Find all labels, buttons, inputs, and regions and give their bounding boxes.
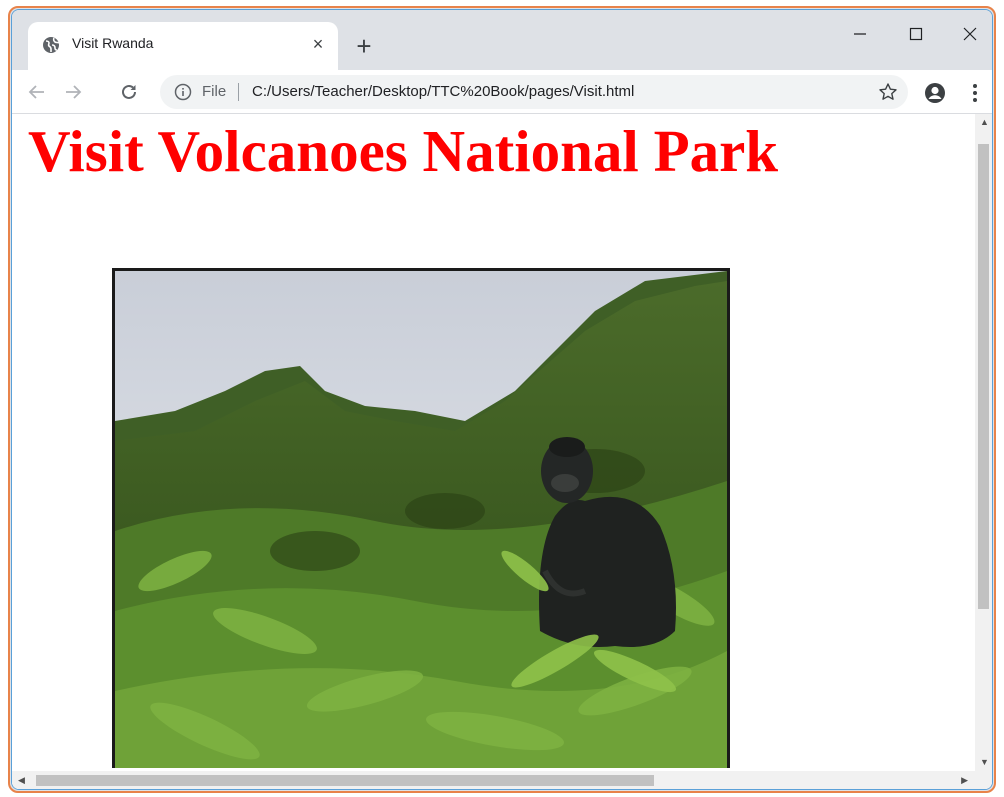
url-text[interactable]: C:/Users/Teacher/Desktop/TTC%20Book/page… [252, 83, 634, 100]
address-divider [238, 83, 239, 101]
kebab-menu-icon[interactable] [967, 80, 983, 106]
toolbar: File C:/Users/Teacher/Desktop/TTC%20Book… [12, 70, 992, 114]
page-viewport: Visit Volcanoes National Park ▲ ▼ ◀ ▶ [12, 114, 992, 789]
horizontal-scroll-thumb[interactable] [36, 775, 654, 786]
tab-strip: Visit Rwanda × + [12, 10, 992, 70]
tab-visit-rwanda[interactable]: Visit Rwanda × [28, 22, 338, 70]
address-bar[interactable]: File C:/Users/Teacher/Desktop/TTC%20Book… [160, 75, 908, 109]
forward-arrow-icon [66, 85, 82, 99]
scroll-left-arrow-icon[interactable]: ◀ [18, 776, 25, 785]
scroll-right-arrow-icon[interactable]: ▶ [961, 776, 968, 785]
back-arrow-icon [28, 85, 44, 99]
browser-window-frame: Visit Rwanda × + File C:/Users/Teacher/D… [8, 6, 996, 793]
scroll-down-arrow-icon[interactable]: ▼ [980, 758, 989, 767]
close-window-button[interactable] [948, 18, 992, 50]
bookmark-star-icon[interactable] [878, 82, 898, 102]
close-icon [963, 27, 977, 41]
scroll-up-arrow-icon[interactable]: ▲ [980, 118, 989, 127]
page-heading: Visit Volcanoes National Park [28, 118, 779, 184]
maximize-icon [909, 27, 923, 41]
tab-title: Visit Rwanda [72, 35, 154, 51]
scheme-label: File [202, 83, 227, 100]
info-icon[interactable] [174, 83, 192, 101]
new-tab-button[interactable]: + [350, 32, 378, 60]
vertical-scroll-thumb[interactable] [978, 144, 989, 609]
maximize-button[interactable] [894, 18, 938, 50]
globe-icon [42, 36, 60, 54]
minimize-icon [854, 33, 866, 35]
reload-icon [122, 84, 136, 99]
reload-button[interactable] [116, 79, 142, 105]
forward-button[interactable] [60, 79, 86, 105]
vertical-scrollbar[interactable]: ▲ ▼ [975, 114, 992, 771]
browser-window: Visit Rwanda × + File C:/Users/Teacher/D… [11, 9, 993, 790]
tab-close-button[interactable]: × [306, 32, 330, 56]
horizontal-scrollbar[interactable]: ◀ ▶ [12, 771, 992, 789]
minimize-button[interactable] [838, 18, 882, 50]
back-button[interactable] [24, 79, 50, 105]
gorilla-photo [112, 268, 730, 768]
profile-avatar-icon[interactable] [924, 82, 946, 104]
